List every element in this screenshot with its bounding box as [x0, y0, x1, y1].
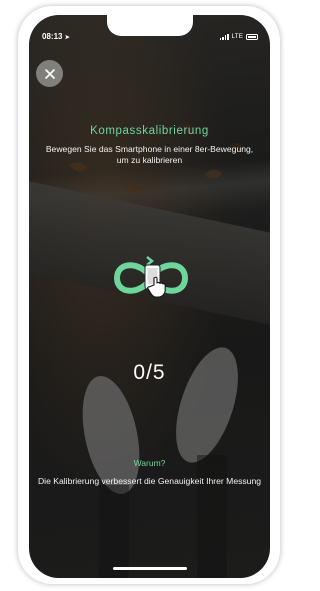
page-title: Kompasskalibrierung [90, 125, 209, 137]
why-heading: Warum? [133, 458, 166, 468]
signal-icon [219, 33, 229, 40]
instruction-text: Bewegen Sie das Smartphone in einer 8er-… [45, 144, 254, 165]
why-explanation: Die Kalibrierung verbessert die Genauigk… [37, 476, 262, 486]
close-button[interactable] [36, 60, 63, 87]
calibration-screen: 08:13 ➤ LTE Kompasskalibrierung Bewegen … [29, 15, 270, 578]
figure-eight-phone-icon [113, 256, 189, 298]
notch [107, 15, 193, 36]
location-arrow-icon: ➤ [64, 35, 70, 41]
home-indicator[interactable] [113, 567, 187, 570]
status-time-text: 08:13 [42, 32, 63, 41]
progress-counter: 0/5 [133, 361, 166, 384]
status-time: 08:13 ➤ [42, 32, 70, 41]
status-indicators: LTE [219, 33, 258, 40]
close-icon [44, 68, 55, 79]
network-label: LTE [231, 33, 243, 40]
battery-icon [246, 33, 258, 40]
